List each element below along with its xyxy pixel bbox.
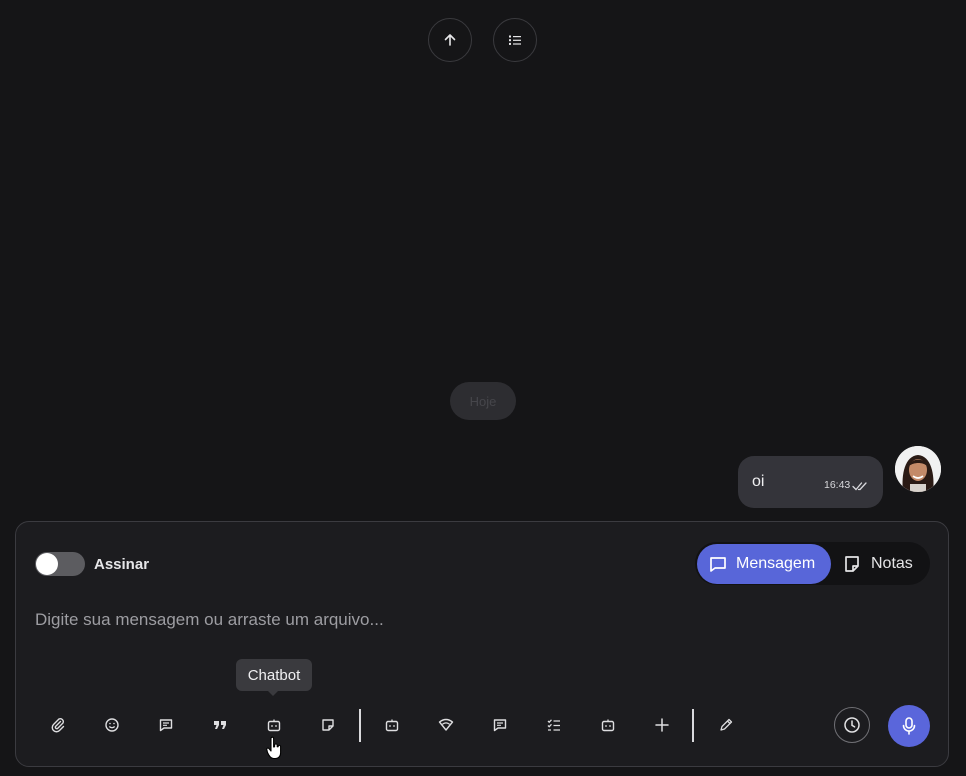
tab-mensagem[interactable]: Mensagem: [697, 544, 831, 584]
message-bubble[interactable]: oi 16:43: [738, 456, 883, 508]
plus-icon: [655, 718, 669, 732]
tab-mensagem-label: Mensagem: [736, 555, 816, 572]
sticker-icon: [322, 719, 334, 731]
edit-button[interactable]: [713, 712, 739, 738]
pencil-icon: [720, 718, 733, 731]
sticker-button[interactable]: [315, 712, 341, 738]
tooltip-arrow: [267, 690, 279, 696]
schedule-button[interactable]: [834, 707, 870, 743]
message-square-icon: [159, 719, 173, 732]
list-icon: [509, 35, 521, 45]
tooltip: Chatbot: [236, 659, 312, 691]
tab-notas-label: Notas: [871, 555, 913, 572]
bot-icon: [385, 719, 399, 732]
toggle-knob: [36, 553, 58, 575]
clock-icon: [844, 717, 860, 733]
date-label: Hoje: [469, 393, 497, 409]
chatbot-button[interactable]: [261, 712, 287, 738]
comment-icon: [493, 719, 507, 732]
tab-notas[interactable]: Notas: [842, 544, 913, 584]
date-divider: Hoje: [450, 382, 516, 420]
record-audio-button[interactable]: [888, 705, 930, 747]
quick-reply-button[interactable]: [153, 712, 179, 738]
microphone-icon: [902, 717, 916, 735]
chat-bubble-icon: [710, 557, 726, 572]
note-icon: [845, 556, 859, 572]
message-input[interactable]: Digite sua mensagem ou arraste um arquiv…: [35, 610, 384, 630]
quote-button[interactable]: [207, 712, 233, 738]
bot-alt-button[interactable]: [595, 712, 621, 738]
chatbot-icon: [267, 719, 281, 732]
list-button[interactable]: [493, 18, 537, 62]
paperclip-icon: [51, 718, 65, 733]
checklist-icon: [547, 719, 560, 731]
sign-label: Assinar: [94, 556, 150, 573]
checklist-button[interactable]: [541, 712, 567, 738]
sign-toggle[interactable]: [35, 552, 85, 576]
signal-icon: [438, 718, 454, 731]
attach-button[interactable]: [45, 712, 71, 738]
comment-button[interactable]: [487, 712, 513, 738]
bot-alt-icon: [601, 719, 615, 732]
scroll-up-button[interactable]: [428, 18, 472, 62]
message-text: oi: [752, 473, 765, 490]
hand-cursor-icon: [266, 736, 284, 765]
signal-button[interactable]: [433, 712, 459, 738]
tooltip-text: Chatbot: [247, 666, 301, 684]
emoji-icon: [105, 718, 119, 732]
arrow-up-icon: [444, 34, 456, 46]
toolbar-divider: [692, 709, 694, 742]
emoji-button[interactable]: [99, 712, 125, 738]
bot-button[interactable]: [379, 712, 405, 738]
add-button[interactable]: [649, 712, 675, 738]
quote-icon: [214, 721, 226, 729]
message-time: 16:43: [824, 479, 851, 491]
toolbar-divider: [359, 709, 361, 742]
avatar[interactable]: [895, 446, 941, 492]
double-check-icon: [852, 478, 868, 496]
